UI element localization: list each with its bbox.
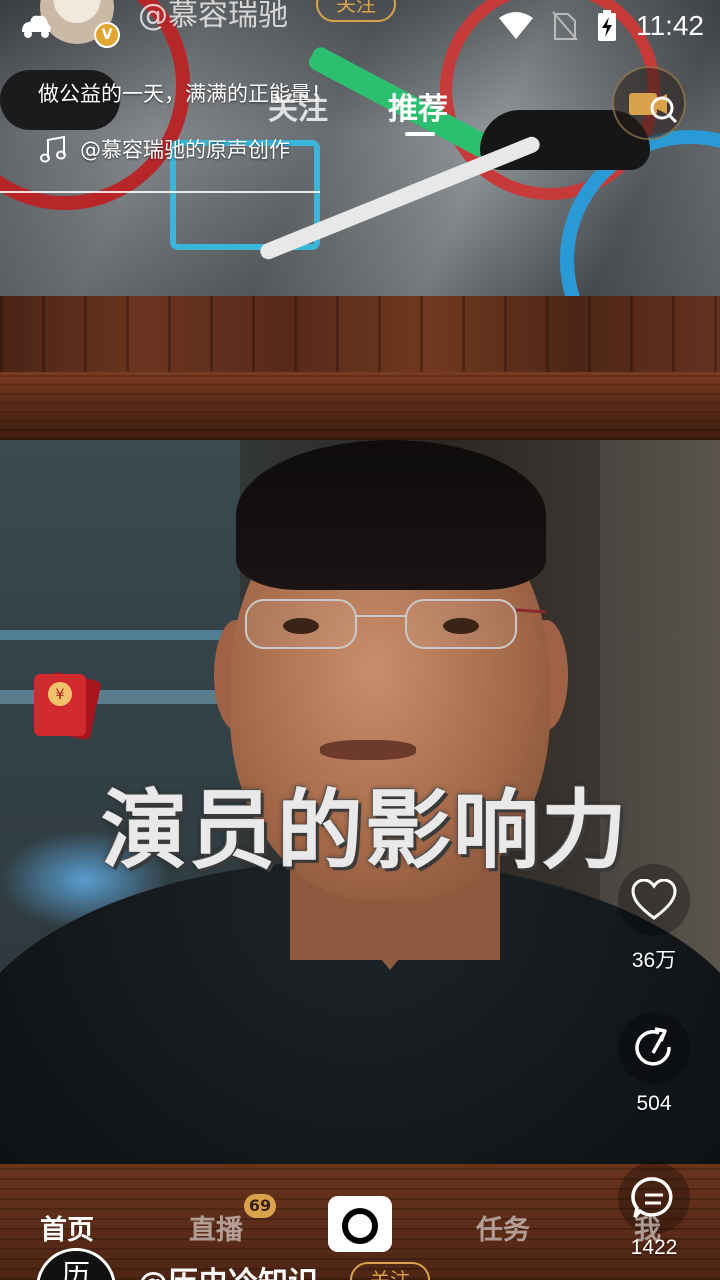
person-hair: [236, 440, 546, 590]
active-tab-indicator: [405, 132, 435, 136]
nav-task[interactable]: 任务: [476, 1208, 530, 1247]
share-count: 504: [636, 1092, 672, 1115]
wifi-icon: [499, 12, 533, 39]
tab-recommend[interactable]: 推荐: [388, 84, 448, 128]
clock: 11:42: [636, 10, 704, 41]
share-button[interactable]: [618, 1012, 690, 1084]
svg-text:¥: ¥: [56, 687, 65, 703]
battery-charging-icon: [598, 10, 616, 41]
heart-icon: [631, 879, 677, 920]
wood-frame-beam: [0, 372, 720, 440]
bottom-nav: 首页 直播 69 任务 我: [0, 1192, 720, 1262]
status-icons: 11:42: [498, 8, 704, 44]
person-glasses: [245, 599, 547, 649]
share-arrow-icon: [635, 1027, 671, 1066]
wood-frame-top: [0, 296, 720, 372]
nav-me[interactable]: 我: [634, 1208, 661, 1247]
background-stripe: [0, 630, 240, 640]
red-packet-button[interactable]: ¥: [30, 668, 102, 742]
like-button[interactable]: [618, 864, 690, 936]
video-search-button[interactable]: [612, 66, 686, 140]
tab-follow[interactable]: 关注: [268, 84, 328, 128]
video-caption-title: 演员的影响力: [101, 781, 629, 881]
no-sim-icon: [552, 11, 578, 41]
nav-live[interactable]: 直播: [189, 1208, 243, 1247]
status-bar: 11:42: [0, 0, 720, 52]
red-packet-icon: ¥: [34, 672, 101, 740]
top-tabs: 关注 推荐: [0, 84, 720, 144]
like-count: 36万: [631, 949, 677, 972]
live-badge: 69: [244, 1194, 276, 1218]
app-notification-icon: [22, 15, 51, 38]
share-action[interactable]: 504: [617, 1012, 691, 1116]
nav-home[interactable]: 首页: [40, 1208, 94, 1247]
progress-divider: [0, 191, 320, 193]
camera-button[interactable]: [328, 1196, 392, 1252]
next-author-name[interactable]: @历史冷知识: [138, 1258, 318, 1280]
like-action[interactable]: 36万: [617, 864, 691, 974]
camera-icon: [342, 1208, 378, 1244]
person-mouth: [320, 740, 416, 760]
next-follow-button[interactable]: 关注: [350, 1262, 430, 1280]
video-search-icon: [629, 93, 678, 124]
